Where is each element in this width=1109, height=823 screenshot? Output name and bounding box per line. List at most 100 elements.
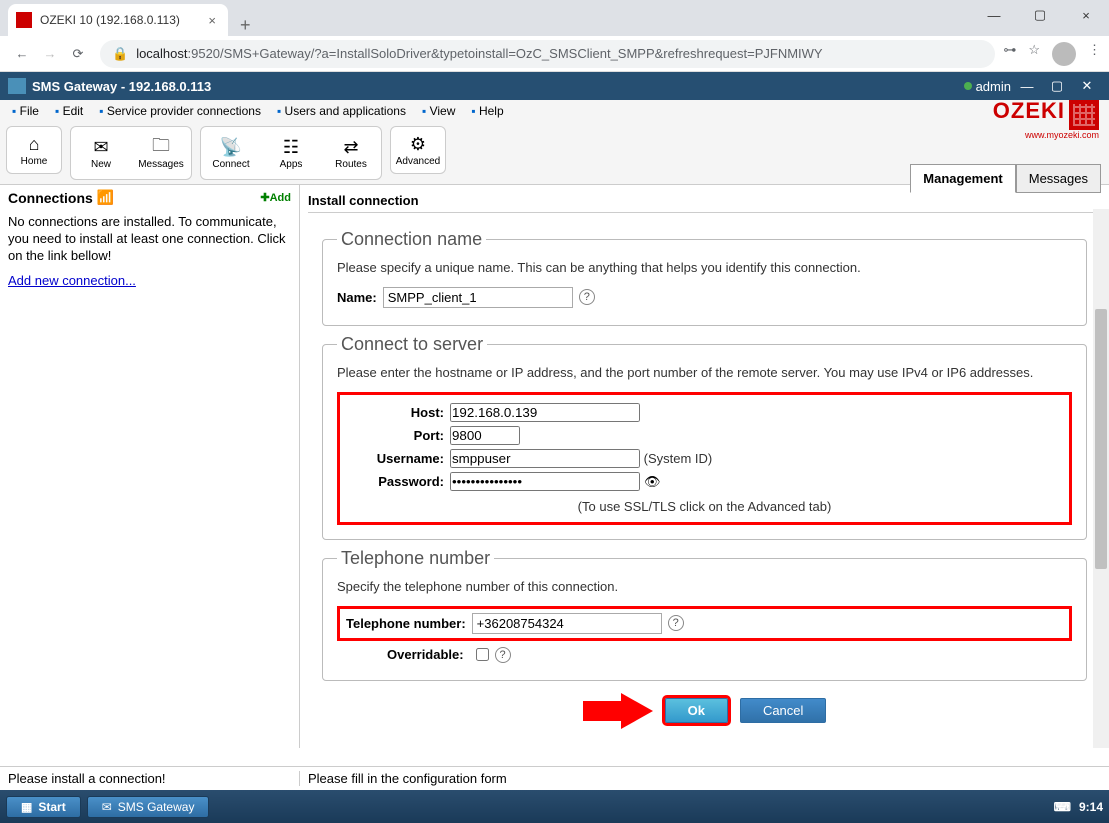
taskbar-clock: ⌨9:14 (1054, 800, 1103, 814)
user-label[interactable]: admin (976, 79, 1011, 94)
home-icon: ⌂ (29, 134, 40, 156)
sidebar: Connections 📶 ✚Add No connections are in… (0, 185, 300, 748)
logo-icon (1069, 100, 1099, 130)
name-label: Name: (337, 290, 377, 305)
browser-tab[interactable]: OZEKI 10 (192.168.0.113) × (8, 4, 228, 36)
tel-label: Telephone number: (346, 616, 466, 631)
menu-spc[interactable]: ▪ Service provider connections (91, 104, 269, 118)
menu-help[interactable]: ▪ Help (463, 104, 511, 118)
legend-conn-name: Connection name (337, 229, 486, 250)
password-label: Password: (350, 474, 444, 489)
profile-icon[interactable] (1052, 42, 1076, 66)
database-icon: ☷ (283, 137, 299, 159)
fieldset-telephone: Telephone number Specify the telephone n… (322, 548, 1087, 681)
name-input[interactable] (383, 287, 573, 308)
eye-icon[interactable]: 👁 (644, 474, 661, 489)
content-title: Install connection (308, 189, 1101, 213)
browser-menu-icon[interactable]: ⋮ (1088, 42, 1101, 66)
menu-edit[interactable]: ▪ Edit (47, 104, 91, 118)
key-icon[interactable]: ⊶ (1003, 42, 1016, 66)
app-maximize-button[interactable]: ▢ (1043, 76, 1071, 96)
status-left: Please install a connection! (0, 771, 300, 786)
host-input[interactable] (450, 403, 640, 422)
reload-button[interactable]: ⟳ (64, 40, 92, 68)
maximize-button[interactable]: ▢ (1017, 0, 1063, 30)
help-icon[interactable]: ? (495, 647, 511, 663)
overridable-checkbox[interactable] (476, 648, 489, 661)
logo-text: OZEKI (993, 98, 1065, 123)
content-panel: Install connection Connection name Pleas… (300, 185, 1109, 748)
tel-input[interactable] (472, 613, 662, 634)
taskbar: ▦Start ✉SMS Gateway ⌨9:14 (0, 790, 1109, 823)
help-icon[interactable]: ? (668, 615, 684, 631)
taskbar-sms-gateway[interactable]: ✉SMS Gateway (87, 796, 210, 818)
address-bar[interactable]: 🔒 localhost:9520/SMS+Gateway/?a=InstallS… (100, 40, 995, 68)
connect-button[interactable]: 📡Connect (203, 129, 259, 177)
tab-favicon (16, 12, 32, 28)
scroll-thumb[interactable] (1095, 309, 1107, 569)
username-input[interactable] (450, 449, 640, 468)
menu-users[interactable]: ▪ Users and applications (269, 104, 414, 118)
messages-button[interactable]: 🗀Messages (133, 129, 189, 177)
app-icon (8, 78, 26, 94)
new-tab-button[interactable]: + (228, 15, 263, 36)
keyboard-icon[interactable]: ⌨ (1054, 800, 1071, 814)
tel-desc: Specify the telephone number of this con… (337, 579, 1072, 596)
legend-tel: Telephone number (337, 548, 494, 569)
forward-button[interactable]: → (36, 40, 64, 68)
ssl-hint: (To use SSL/TLS click on the Advanced ta… (350, 499, 1059, 514)
add-connection-link[interactable]: Add new connection... (8, 273, 136, 288)
sidebar-text: No connections are installed. To communi… (8, 214, 291, 265)
url-host: localhost (136, 46, 187, 61)
browser-tab-bar: OZEKI 10 (192.168.0.113) × + — ▢ × (0, 0, 1109, 36)
menu-file[interactable]: ▪ File (4, 104, 47, 118)
url-path: :9520/SMS+Gateway/?a=InstallSoloDriver&t… (188, 46, 823, 61)
start-button[interactable]: ▦Start (6, 796, 81, 818)
help-icon[interactable]: ? (579, 289, 595, 305)
brand-logo: OZEKI www.myozeki.com (993, 98, 1099, 140)
app-close-button[interactable]: ✕ (1073, 76, 1101, 96)
routes-icon: ⇄ (343, 137, 358, 159)
lock-icon: 🔒 (112, 46, 128, 62)
close-button[interactable]: × (1063, 0, 1109, 30)
home-button[interactable]: ⌂Home (6, 126, 62, 174)
minimize-button[interactable]: — (971, 0, 1017, 30)
cancel-button[interactable]: Cancel (740, 698, 826, 723)
new-icon: ✉ (93, 137, 108, 159)
conn-name-desc: Please specify a unique name. This can b… (337, 260, 1072, 277)
tab-close-icon[interactable]: × (204, 13, 220, 28)
server-desc: Please enter the hostname or IP address,… (337, 365, 1072, 382)
start-icon: ▦ (21, 800, 32, 814)
antenna-icon: 📡 (220, 137, 242, 159)
port-input[interactable] (450, 426, 520, 445)
advanced-button[interactable]: ⚙Advanced (390, 126, 446, 174)
system-id-hint: (System ID) (644, 451, 713, 466)
overridable-label: Overridable: (387, 647, 464, 662)
sidebar-title: Connections 📶 ✚Add (8, 189, 291, 206)
ok-button[interactable]: Ok (665, 698, 728, 723)
bookmark-icon[interactable]: ☆ (1028, 42, 1040, 66)
password-input[interactable] (450, 472, 640, 491)
menu-view[interactable]: ▪ View (414, 104, 463, 118)
new-button[interactable]: ✉New (73, 129, 129, 177)
app-titlebar: SMS Gateway - 192.168.0.113 admin — ▢ ✕ (0, 72, 1109, 100)
back-button[interactable]: ← (8, 40, 36, 68)
legend-server: Connect to server (337, 334, 487, 355)
scrollbar[interactable] (1093, 209, 1109, 748)
app-title: SMS Gateway - 192.168.0.113 (32, 79, 211, 94)
app-minimize-button[interactable]: — (1013, 76, 1041, 96)
arrow-icon (583, 693, 653, 729)
menu-bar: ▪ File ▪ Edit ▪ Service provider connect… (0, 100, 1109, 122)
routes-button[interactable]: ⇄Routes (323, 129, 379, 177)
apps-button[interactable]: ☷Apps (263, 129, 319, 177)
logo-subtitle: www.myozeki.com (993, 130, 1099, 140)
browser-toolbar: ← → ⟳ 🔒 localhost:9520/SMS+Gateway/?a=In… (0, 36, 1109, 72)
status-bar: Please install a connection! Please fill… (0, 766, 1109, 790)
sms-icon: ✉ (102, 800, 112, 814)
folder-icon: 🗀 (152, 137, 170, 159)
fieldset-connection-name: Connection name Please specify a unique … (322, 229, 1087, 326)
username-label: Username: (350, 451, 444, 466)
port-label: Port: (350, 428, 444, 443)
add-link[interactable]: ✚Add (260, 191, 291, 204)
host-label: Host: (350, 405, 444, 420)
